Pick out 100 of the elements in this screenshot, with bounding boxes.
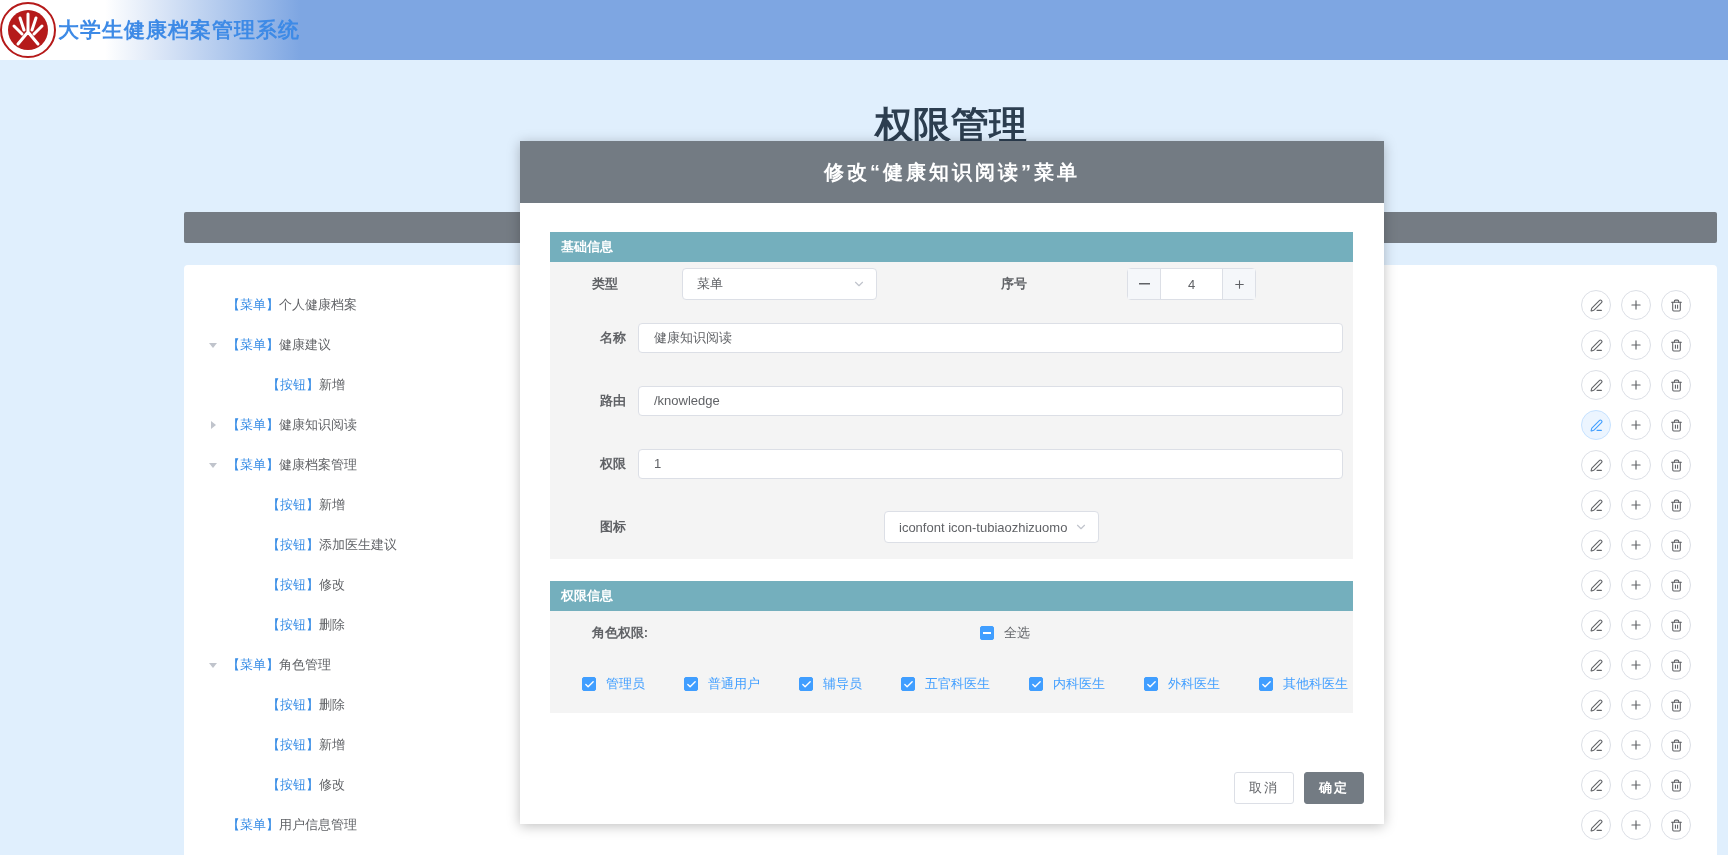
caret-icon[interactable] bbox=[208, 420, 218, 430]
node-name: 修改 bbox=[319, 576, 345, 594]
plus-icon bbox=[1629, 818, 1643, 832]
edit-button[interactable] bbox=[1581, 570, 1611, 600]
delete-button[interactable] bbox=[1661, 690, 1691, 720]
delete-button[interactable] bbox=[1661, 410, 1691, 440]
add-button[interactable] bbox=[1621, 490, 1651, 520]
delete-button[interactable] bbox=[1661, 770, 1691, 800]
add-button[interactable] bbox=[1621, 690, 1651, 720]
add-button[interactable] bbox=[1621, 770, 1651, 800]
permission-field[interactable]: 1 bbox=[638, 448, 1343, 479]
checkbox-label: 五官科医生 bbox=[925, 675, 990, 693]
edit-button[interactable] bbox=[1581, 530, 1611, 560]
role-checkbox[interactable] bbox=[1029, 677, 1043, 691]
edit-button[interactable] bbox=[1581, 730, 1611, 760]
node-name: 新增 bbox=[319, 736, 345, 754]
page-title: 权限管理 bbox=[873, 103, 1028, 148]
trash-icon bbox=[1669, 618, 1683, 632]
name-field[interactable]: 健康知识阅读 bbox=[638, 322, 1343, 353]
trash-icon bbox=[1669, 498, 1683, 512]
delete-button[interactable] bbox=[1661, 570, 1691, 600]
delete-button[interactable] bbox=[1661, 530, 1691, 560]
delete-button[interactable] bbox=[1661, 650, 1691, 680]
pen-icon bbox=[1589, 298, 1603, 312]
delete-button[interactable] bbox=[1661, 370, 1691, 400]
node-name: 个人健康档案 bbox=[279, 296, 357, 314]
edit-button[interactable] bbox=[1581, 610, 1611, 640]
add-button[interactable] bbox=[1621, 450, 1651, 480]
plus-icon bbox=[1629, 658, 1643, 672]
check-icon bbox=[685, 678, 697, 690]
trash-icon bbox=[1669, 698, 1683, 712]
delete-button[interactable] bbox=[1661, 610, 1691, 640]
caret-icon[interactable] bbox=[208, 460, 218, 470]
check-icon bbox=[800, 678, 812, 690]
pen-icon bbox=[1589, 658, 1603, 672]
cancel-button[interactable]: 取消 bbox=[1234, 772, 1294, 804]
field-label: 角色权限: bbox=[590, 624, 648, 642]
select-all-checkbox[interactable] bbox=[980, 626, 994, 640]
node-name: 新增 bbox=[319, 496, 345, 514]
delete-button[interactable] bbox=[1661, 490, 1691, 520]
node-name: 健康档案管理 bbox=[279, 456, 357, 474]
add-button[interactable] bbox=[1621, 650, 1651, 680]
role-checkbox[interactable] bbox=[582, 677, 596, 691]
role-checkbox[interactable] bbox=[1144, 677, 1158, 691]
edit-button[interactable] bbox=[1581, 290, 1611, 320]
trash-icon bbox=[1669, 658, 1683, 672]
edit-button[interactable] bbox=[1581, 810, 1611, 840]
node-name: 用户信息管理 bbox=[279, 816, 357, 834]
section-title: 权限信息 bbox=[561, 587, 613, 605]
checkbox-label: 外科医生 bbox=[1168, 675, 1220, 693]
field-label: 名称 bbox=[599, 328, 626, 347]
node-name: 健康知识阅读 bbox=[279, 416, 357, 434]
type-tag: 【菜单】 bbox=[227, 656, 279, 674]
system-name: 大学生健康档案管理系统 bbox=[58, 17, 300, 43]
plus-icon bbox=[1629, 698, 1643, 712]
edit-button[interactable] bbox=[1581, 770, 1611, 800]
add-button[interactable] bbox=[1621, 730, 1651, 760]
edit-button[interactable] bbox=[1581, 370, 1611, 400]
edit-button[interactable] bbox=[1581, 650, 1611, 680]
add-button[interactable] bbox=[1621, 570, 1651, 600]
node-name: 删除 bbox=[319, 616, 345, 634]
trash-icon bbox=[1669, 418, 1683, 432]
add-button[interactable] bbox=[1621, 610, 1651, 640]
node-name: 角色管理 bbox=[279, 656, 331, 674]
field-label: 路由 bbox=[599, 391, 626, 410]
delete-button[interactable] bbox=[1661, 730, 1691, 760]
add-button[interactable] bbox=[1621, 370, 1651, 400]
order-stepper[interactable]: 4 bbox=[1127, 268, 1256, 300]
add-button[interactable] bbox=[1621, 810, 1651, 840]
add-button[interactable] bbox=[1621, 290, 1651, 320]
role-checkbox[interactable] bbox=[1259, 677, 1273, 691]
role-checkbox[interactable] bbox=[684, 677, 698, 691]
edit-button[interactable] bbox=[1581, 690, 1611, 720]
add-button[interactable] bbox=[1621, 530, 1651, 560]
delete-button[interactable] bbox=[1661, 330, 1691, 360]
icon-select[interactable]: iconfont icon-tubiaozhizuomo bbox=[884, 511, 1099, 543]
edit-button[interactable] bbox=[1581, 450, 1611, 480]
delete-button[interactable] bbox=[1661, 450, 1691, 480]
confirm-button[interactable]: 确定 bbox=[1304, 772, 1364, 804]
add-button[interactable] bbox=[1621, 330, 1651, 360]
caret-icon[interactable] bbox=[208, 660, 218, 670]
caret-icon[interactable] bbox=[208, 340, 218, 350]
role-checkbox[interactable] bbox=[901, 677, 915, 691]
minus-button[interactable] bbox=[1128, 269, 1161, 299]
delete-button[interactable] bbox=[1661, 290, 1691, 320]
pen-icon bbox=[1589, 458, 1603, 472]
delete-button[interactable] bbox=[1661, 810, 1691, 840]
edit-button[interactable] bbox=[1581, 330, 1611, 360]
edit-button[interactable] bbox=[1581, 490, 1611, 520]
checkbox-label: 辅导员 bbox=[823, 675, 862, 693]
edit-button[interactable] bbox=[1581, 410, 1611, 440]
type-select[interactable]: 菜单 bbox=[682, 268, 877, 300]
type-tag: 【菜单】 bbox=[227, 296, 279, 314]
add-button[interactable] bbox=[1621, 410, 1651, 440]
type-tag: 【按钮】 bbox=[267, 776, 319, 794]
route-field[interactable]: /knowledge bbox=[638, 385, 1343, 416]
checkbox-label: 全选 bbox=[1004, 624, 1030, 642]
pen-icon bbox=[1589, 778, 1603, 792]
role-checkbox[interactable] bbox=[799, 677, 813, 691]
trash-icon bbox=[1669, 298, 1683, 312]
